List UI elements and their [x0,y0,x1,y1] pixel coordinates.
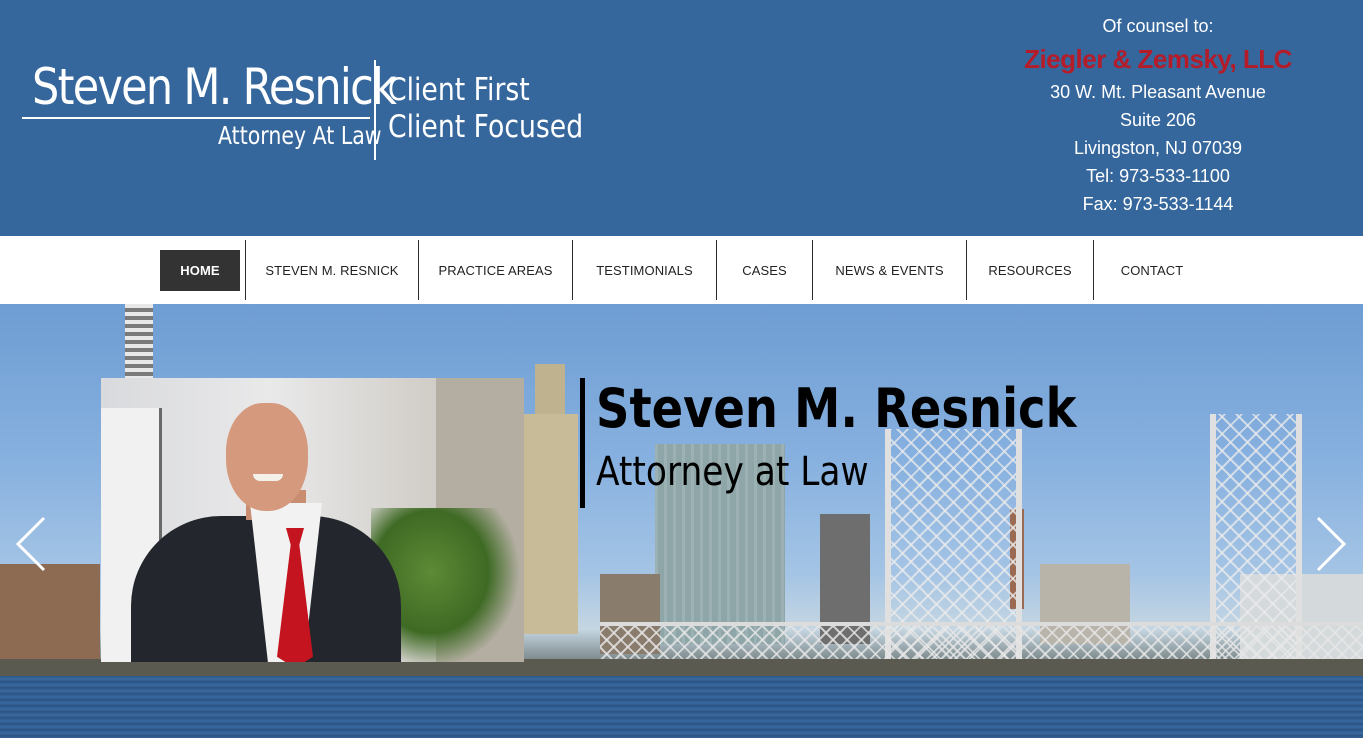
counsel-firm-name: Ziegler & Zemsky, LLC [1024,44,1292,74]
portrait-head [226,403,308,511]
logo-subtitle: Attorney At Law [218,121,382,150]
nav-cases[interactable]: CASES [717,236,812,304]
logo-name: Steven M. Resnick [32,58,397,116]
river-water [0,676,1363,738]
nav-news-events[interactable]: NEWS & EVENTS [813,236,966,304]
logo-tagline-2: Client Focused [388,109,584,145]
hero-caption: Steven M. Resnick Attorney at Law [580,378,1076,508]
nav-resources-label: RESOURCES [988,262,1072,278]
slider-next-button[interactable] [1310,514,1350,574]
logo-tagline-1: Client First [388,72,530,108]
radio-mast [125,304,153,379]
counsel-address-line-2: Suite 206 [1119,110,1197,130]
counsel-info: Of counsel to: Ziegler & Zemsky, LLC 30 … [1004,12,1312,218]
hero-slider: Steven M. Resnick Attorney at Law [0,304,1363,738]
counsel-fax: Fax: 973-533-1144 [1082,194,1234,214]
nav-resources[interactable]: RESOURCES [967,236,1093,304]
hero-caption-bar [580,378,585,508]
counsel-label: Of counsel to: [1102,16,1214,36]
nav-home-label: HOME [160,249,240,291]
slider-prev-button[interactable] [12,514,52,574]
nav-contact-label: CONTACT [1120,262,1184,278]
nav-news-events-label: NEWS & EVENTS [835,262,944,278]
counsel-city: Livingston, NJ 07039 [1073,138,1243,158]
background-building [0,564,100,664]
nav-cases-label: CASES [742,262,787,278]
logo-divider [22,117,370,119]
chevron-left-icon [15,516,46,572]
hero-subtitle: Attorney at Law [596,449,869,495]
chevron-right-icon [1316,516,1347,572]
nav-steven-m-resnick-label: STEVEN M. RESNICK [265,262,399,278]
site-logo[interactable]: Steven M. Resnick Attorney At Law Client… [22,58,584,162]
nav-contact[interactable]: CONTACT [1094,236,1210,304]
counsel-address-line-1: 30 W. Mt. Pleasant Avenue [1050,82,1266,102]
logo-vertical-divider [374,60,376,160]
nav-practice-areas-label: PRACTICE AREAS [438,262,553,278]
nav-home[interactable]: HOME [160,236,240,304]
portrait-smile [253,474,283,481]
attorney-portrait [101,378,524,662]
background-building [522,414,578,634]
nav-testimonials[interactable]: TESTIMONIALS [573,236,716,304]
nav-testimonials-label: TESTIMONIALS [596,262,693,278]
site-header: Steven M. Resnick Attorney At Law Client… [0,0,1363,236]
counsel-phone: Tel: 973-533-1100 [1086,166,1230,186]
main-nav: HOME STEVEN M. RESNICK PRACTICE AREAS TE… [0,236,1363,304]
bridge-span [600,622,1363,664]
nav-steven-m-resnick[interactable]: STEVEN M. RESNICK [246,236,418,304]
hero-title: Steven M. Resnick [596,377,1077,440]
nav-practice-areas[interactable]: PRACTICE AREAS [419,236,572,304]
